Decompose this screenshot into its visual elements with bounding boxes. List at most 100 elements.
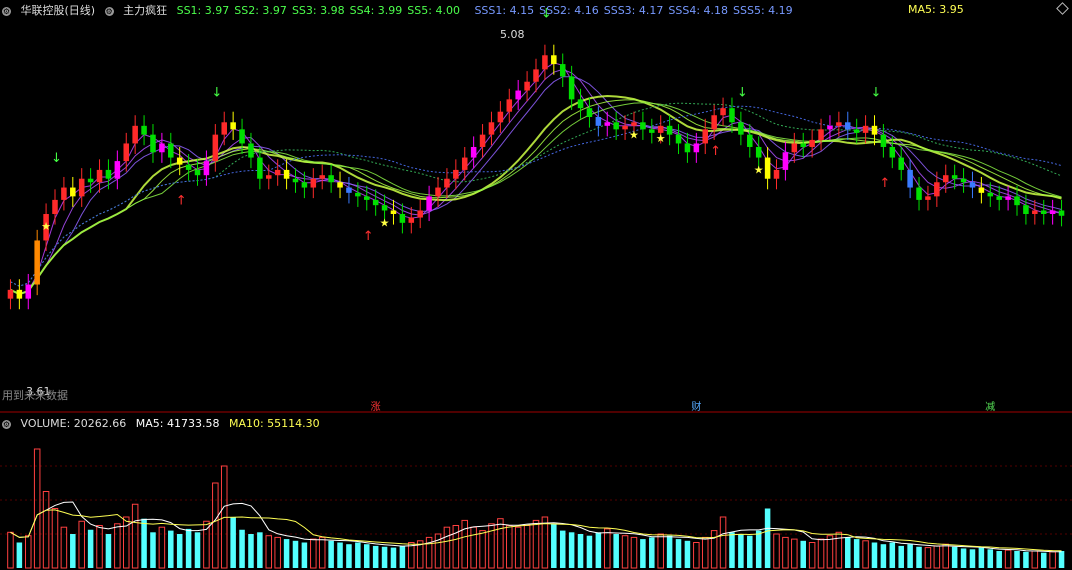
volume-bar: [996, 551, 1002, 568]
buy-arrow-icon: ↑: [710, 144, 721, 159]
event-tag-2[interactable]: 财: [690, 401, 702, 414]
candle-body: [52, 199, 58, 214]
candle: [649, 118, 655, 144]
candle-body: [426, 196, 432, 211]
volume-bar: [586, 535, 593, 568]
volume-bar: [399, 545, 406, 568]
volume-bar: [791, 538, 798, 569]
candle-body: [1040, 210, 1047, 214]
candle: [212, 124, 219, 172]
candle-body: [631, 122, 637, 126]
volume-bar: [318, 536, 326, 569]
sss-value-5: SSS5: 4.19: [733, 4, 793, 17]
volume-bar: [773, 533, 780, 569]
candle: [159, 132, 165, 163]
volume-bar: [461, 519, 469, 569]
candle: [292, 168, 299, 193]
sell-arrow-icon: ↓: [737, 86, 748, 101]
candle-body: [257, 157, 263, 179]
volume-bar: [150, 532, 156, 568]
candle: [577, 88, 584, 119]
candle-body: [390, 210, 397, 214]
volume-bar: [257, 532, 263, 568]
volume-bar: [212, 482, 219, 569]
volume-bar: [497, 518, 504, 569]
candle-body: [996, 196, 1002, 200]
candle: [408, 206, 415, 234]
sell-arrow-icon: ↓: [51, 151, 62, 166]
candle-body: [96, 169, 103, 183]
volume-bar: [443, 526, 451, 569]
gear-icon[interactable]: ⚙: [104, 6, 114, 16]
candle-body: [310, 178, 317, 188]
candle-body: [515, 90, 521, 100]
candle: [105, 159, 112, 190]
candle-body: [613, 122, 619, 130]
candle: [506, 88, 513, 123]
candle: [328, 164, 334, 193]
candle-body: [711, 115, 717, 130]
volume-bar: [248, 534, 254, 568]
candle: [479, 124, 486, 158]
candle-body: [150, 134, 156, 153]
buy-arrow-icon: ↑: [879, 176, 890, 191]
candle: [809, 129, 815, 158]
volume-bar: [595, 532, 602, 568]
volume-bar: [621, 535, 629, 569]
volume-bar: [541, 516, 549, 569]
candle-body: [168, 143, 174, 158]
volume-bar: [532, 519, 540, 569]
candle: [176, 146, 183, 176]
event-tag-3[interactable]: 减: [984, 401, 996, 414]
volume-bar: [292, 540, 299, 568]
candle-body: [346, 187, 352, 193]
volume-bar: [158, 526, 166, 569]
candle: [586, 97, 593, 128]
candle-body: [408, 217, 415, 223]
candle-body: [417, 210, 423, 218]
buy-star-icon: ★: [629, 128, 639, 141]
indicator-name: 主力疯狂: [123, 4, 168, 17]
candle-body: [159, 143, 165, 153]
volume-bar: [1014, 551, 1020, 568]
candle: [123, 132, 130, 172]
volume-bar: [898, 545, 904, 568]
candle: [435, 176, 441, 207]
candle: [1049, 199, 1056, 225]
volume-bar: [185, 528, 192, 568]
candle-body: [123, 143, 130, 162]
volume-bar: [738, 534, 744, 568]
gear-icon[interactable]: ⚙: [2, 419, 11, 429]
volume-bar: [924, 547, 932, 569]
volume-bar: [131, 503, 139, 569]
gear-icon[interactable]: ⚙: [2, 6, 11, 16]
candle: [800, 132, 806, 158]
candle: [880, 124, 887, 158]
volume-bar: [176, 534, 183, 568]
event-tag-1[interactable]: 涨: [370, 401, 382, 414]
ss-value-2: SS2: 3.97: [234, 4, 287, 17]
candle: [559, 53, 566, 88]
candle: [640, 111, 646, 140]
candle-body: [266, 175, 272, 179]
volume-value: VOLUME: 20262.66: [20, 417, 127, 430]
candle: [7, 279, 14, 310]
candle-body: [764, 157, 771, 179]
candle-body: [337, 182, 343, 188]
candle-body: [355, 192, 361, 197]
candle-body: [328, 175, 334, 183]
candle-body: [16, 289, 23, 299]
candle: [871, 115, 878, 146]
candle: [969, 171, 976, 199]
candle: [453, 159, 459, 190]
volume-bar: [506, 525, 513, 569]
candle: [818, 118, 824, 151]
candle-body: [978, 187, 985, 193]
candle: [836, 111, 842, 137]
candle-body: [488, 122, 495, 135]
candle: [150, 124, 156, 163]
volume-bar: [649, 537, 655, 568]
candle: [363, 185, 370, 211]
candle: [738, 111, 744, 146]
candle-body: [782, 152, 789, 170]
